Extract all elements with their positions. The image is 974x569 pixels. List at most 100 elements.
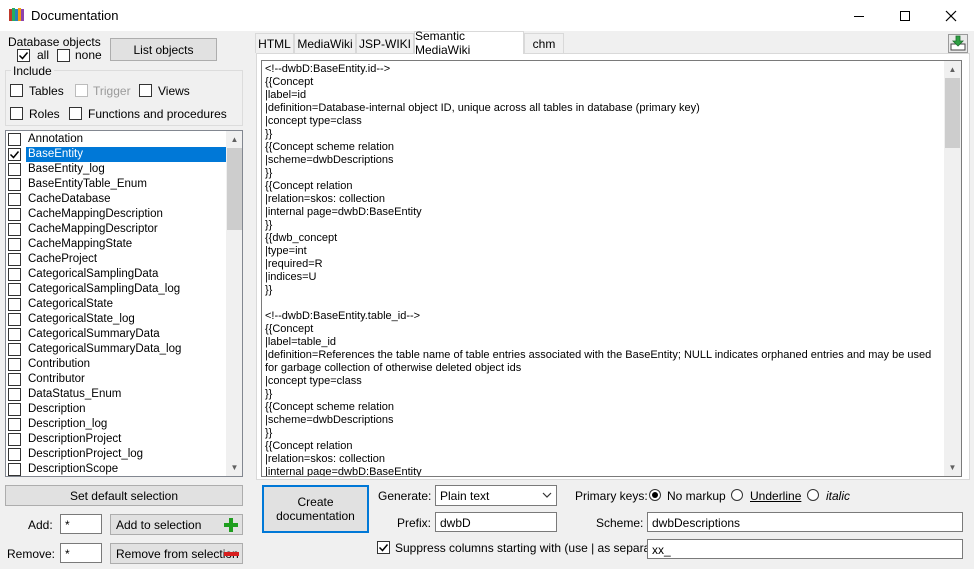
list-item[interactable]: CacheDatabase: [6, 192, 226, 207]
list-item-checkbox[interactable]: [8, 313, 21, 326]
object-list-scrollbar[interactable]: ▲ ▼: [226, 131, 242, 476]
prefix-input[interactable]: dwbD: [435, 512, 557, 532]
documentation-output[interactable]: <!--dwbD:BaseEntity.id--> {{Concept |lab…: [261, 60, 962, 477]
maximize-button[interactable]: [882, 0, 928, 31]
list-item[interactable]: CacheProject: [6, 252, 226, 267]
views-checkbox[interactable]: [139, 84, 152, 97]
generate-select[interactable]: Plain text: [435, 485, 557, 506]
checkmark-icon: [378, 544, 389, 552]
minus-icon: [224, 552, 239, 556]
list-item-checkbox[interactable]: [8, 463, 21, 476]
minimize-button[interactable]: [836, 0, 882, 31]
primary-keys-label: Primary keys:: [575, 489, 648, 503]
export-button[interactable]: [948, 34, 968, 53]
list-item[interactable]: Description: [6, 402, 226, 417]
list-item-label: CategoricalState_log: [28, 313, 135, 325]
list-item-checkbox[interactable]: [8, 388, 21, 401]
add-to-selection-button[interactable]: Add to selection: [110, 514, 243, 535]
list-item[interactable]: DataStatus_Enum: [6, 387, 226, 402]
list-item[interactable]: BaseEntity: [6, 147, 226, 162]
list-item[interactable]: CacheMappingState: [6, 237, 226, 252]
list-item-checkbox[interactable]: [8, 328, 21, 341]
list-item[interactable]: CategoricalSamplingData: [6, 267, 226, 282]
list-item-checkbox[interactable]: [8, 178, 21, 191]
list-item[interactable]: Annotation: [6, 132, 226, 147]
views-label: Views: [158, 84, 190, 98]
suppress-columns-input[interactable]: xx_: [647, 539, 963, 559]
output-scrollbar[interactable]: ▲ ▼: [944, 61, 961, 476]
list-item-checkbox[interactable]: [8, 133, 21, 146]
functions-checkbox[interactable]: [69, 107, 82, 120]
list-item-label: Contributor: [28, 373, 85, 385]
add-pattern-input[interactable]: *: [60, 514, 102, 534]
list-item[interactable]: CategoricalState: [6, 297, 226, 312]
list-item[interactable]: DescriptionProject: [6, 432, 226, 447]
list-item-checkbox[interactable]: [8, 223, 21, 236]
all-checkbox[interactable]: [17, 49, 30, 62]
list-item-checkbox[interactable]: [8, 283, 21, 296]
tab-html[interactable]: HTML: [255, 33, 294, 53]
scroll-up-icon[interactable]: ▲: [226, 131, 242, 148]
list-item[interactable]: Contribution: [6, 357, 226, 372]
list-objects-button[interactable]: List objects: [110, 38, 217, 61]
list-item-checkbox[interactable]: [8, 448, 21, 461]
list-item[interactable]: DescriptionProject_log: [6, 447, 226, 462]
pk-italic-label: italic: [826, 489, 851, 503]
set-default-selection-button[interactable]: Set default selection: [5, 485, 243, 506]
list-item-checkbox[interactable]: [8, 403, 21, 416]
scroll-thumb[interactable]: [945, 78, 960, 148]
pk-no-markup-radio[interactable]: [649, 489, 661, 501]
scroll-down-icon[interactable]: ▼: [944, 459, 961, 476]
scroll-down-icon[interactable]: ▼: [226, 459, 242, 476]
list-item-checkbox[interactable]: [8, 268, 21, 281]
create-documentation-button[interactable]: Create documentation: [262, 485, 369, 533]
roles-checkbox[interactable]: [10, 107, 23, 120]
list-item-checkbox[interactable]: [8, 208, 21, 221]
suppress-columns-checkbox[interactable]: [377, 541, 390, 554]
scroll-up-icon[interactable]: ▲: [944, 61, 961, 78]
documentation-app-icon: [9, 8, 25, 22]
close-button[interactable]: [928, 0, 974, 31]
list-item[interactable]: CategoricalSummaryData_log: [6, 342, 226, 357]
list-item-checkbox[interactable]: [8, 418, 21, 431]
list-item-checkbox[interactable]: [8, 343, 21, 356]
list-item[interactable]: Description_log: [6, 417, 226, 432]
roles-label: Roles: [29, 107, 60, 121]
list-item-label: BaseEntity_log: [28, 163, 105, 175]
list-item-checkbox[interactable]: [8, 253, 21, 266]
list-item[interactable]: CategoricalState_log: [6, 312, 226, 327]
pk-underline-radio[interactable]: [731, 489, 743, 501]
list-item[interactable]: CacheMappingDescriptor: [6, 222, 226, 237]
tab-chm[interactable]: chm: [524, 33, 564, 53]
list-item[interactable]: Contributor: [6, 372, 226, 387]
list-item-checkbox[interactable]: [8, 238, 21, 251]
generate-label: Generate:: [378, 489, 432, 503]
add-to-selection-label: Add to selection: [116, 517, 202, 532]
list-item-checkbox[interactable]: [8, 433, 21, 446]
list-item-checkbox[interactable]: [8, 163, 21, 176]
list-item[interactable]: BaseEntity_log: [6, 162, 226, 177]
remove-pattern-input[interactable]: *: [60, 543, 102, 563]
list-item-checkbox[interactable]: [8, 373, 21, 386]
list-item[interactable]: BaseEntityTable_Enum: [6, 177, 226, 192]
list-item-checkbox[interactable]: [8, 298, 21, 311]
none-checkbox[interactable]: [57, 49, 70, 62]
scheme-input[interactable]: dwbDescriptions: [647, 512, 963, 532]
list-item-checkbox[interactable]: [8, 193, 21, 206]
tab-semantic-mediawiki[interactable]: Semantic MediaWiki: [414, 29, 524, 57]
trigger-checkbox[interactable]: [75, 84, 88, 97]
list-item[interactable]: CategoricalSummaryData: [6, 327, 226, 342]
list-item[interactable]: CategoricalSamplingData_log: [6, 282, 226, 297]
list-item[interactable]: DescriptionScope: [6, 462, 226, 476]
list-item-checkbox[interactable]: [8, 148, 21, 161]
tab-jsp-wiki[interactable]: JSP-WIKI: [356, 33, 414, 53]
tab-mediawiki[interactable]: MediaWiki: [294, 33, 356, 53]
pk-italic-radio[interactable]: [807, 489, 819, 501]
object-list[interactable]: Annotation BaseEntity BaseEntity_log BaseEn…: [5, 130, 243, 477]
remove-from-selection-button[interactable]: Remove from selection: [110, 543, 243, 564]
list-item-label: Annotation: [28, 133, 83, 145]
list-item[interactable]: CacheMappingDescription: [6, 207, 226, 222]
scroll-thumb[interactable]: [227, 148, 242, 230]
tables-checkbox[interactable]: [10, 84, 23, 97]
list-item-checkbox[interactable]: [8, 358, 21, 371]
